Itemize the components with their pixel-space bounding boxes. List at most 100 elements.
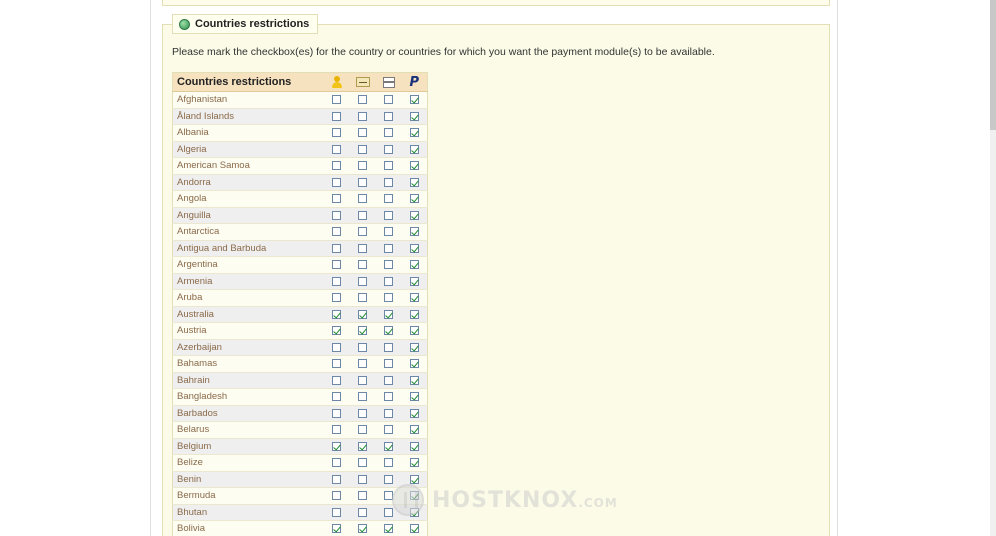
checkbox-user-module[interactable] bbox=[332, 128, 341, 138]
checkbox-check-module[interactable] bbox=[358, 309, 367, 319]
vertical-scrollbar[interactable] bbox=[990, 0, 996, 536]
checkbox-card-module[interactable] bbox=[384, 95, 393, 105]
checkbox-user-module[interactable] bbox=[332, 210, 341, 220]
checkbox-card-module[interactable] bbox=[384, 128, 393, 138]
checkbox-user-module[interactable] bbox=[332, 458, 341, 468]
checkbox-paypal[interactable] bbox=[409, 326, 419, 336]
checkbox-check-module[interactable] bbox=[358, 276, 367, 286]
checkbox-user-module[interactable] bbox=[332, 408, 341, 418]
checkbox-user-module[interactable] bbox=[332, 243, 341, 253]
checkbox-check-module[interactable] bbox=[358, 441, 367, 451]
checkbox-card-module[interactable] bbox=[384, 260, 393, 270]
checkbox-user-module[interactable] bbox=[332, 276, 341, 286]
checkbox-user-module[interactable] bbox=[332, 359, 341, 369]
checkbox-paypal[interactable] bbox=[409, 260, 419, 270]
checkbox-card-module[interactable] bbox=[384, 458, 393, 468]
checkbox-check-module[interactable] bbox=[358, 227, 367, 237]
checkbox-paypal[interactable] bbox=[409, 177, 419, 187]
checkbox-card-module[interactable] bbox=[384, 177, 393, 187]
checkbox-card-module[interactable] bbox=[384, 227, 393, 237]
checkbox-paypal[interactable] bbox=[409, 408, 419, 418]
checkbox-user-module[interactable] bbox=[332, 342, 341, 352]
checkbox-paypal[interactable] bbox=[409, 458, 419, 468]
checkbox-card-module[interactable] bbox=[384, 408, 393, 418]
checkbox-check-module[interactable] bbox=[358, 507, 367, 517]
checkbox-user-module[interactable] bbox=[332, 474, 341, 484]
checkbox-card-module[interactable] bbox=[384, 425, 393, 435]
checkbox-paypal[interactable] bbox=[409, 161, 419, 171]
checkbox-check-module[interactable] bbox=[358, 210, 367, 220]
checkbox-user-module[interactable] bbox=[332, 194, 341, 204]
checkbox-paypal[interactable] bbox=[409, 474, 419, 484]
checkbox-paypal[interactable] bbox=[409, 392, 419, 402]
checkbox-paypal[interactable] bbox=[409, 95, 419, 105]
checkbox-card-module[interactable] bbox=[384, 359, 393, 369]
checkbox-paypal[interactable] bbox=[409, 128, 419, 138]
checkbox-check-module[interactable] bbox=[358, 194, 367, 204]
checkbox-card-module[interactable] bbox=[384, 441, 393, 451]
checkbox-paypal[interactable] bbox=[409, 276, 419, 286]
checkbox-check-module[interactable] bbox=[358, 375, 367, 385]
checkbox-paypal[interactable] bbox=[409, 227, 419, 237]
checkbox-card-module[interactable] bbox=[384, 375, 393, 385]
checkbox-paypal[interactable] bbox=[409, 425, 419, 435]
checkbox-paypal[interactable] bbox=[409, 144, 419, 154]
checkbox-paypal[interactable] bbox=[409, 194, 419, 204]
checkbox-check-module[interactable] bbox=[358, 392, 367, 402]
checkbox-check-module[interactable] bbox=[358, 491, 367, 501]
checkbox-card-module[interactable] bbox=[384, 392, 393, 402]
checkbox-user-module[interactable] bbox=[332, 524, 341, 534]
checkbox-user-module[interactable] bbox=[332, 425, 341, 435]
checkbox-paypal[interactable] bbox=[409, 359, 419, 369]
checkbox-user-module[interactable] bbox=[332, 326, 341, 336]
checkbox-check-module[interactable] bbox=[358, 128, 367, 138]
checkbox-user-module[interactable] bbox=[332, 441, 341, 451]
checkbox-check-module[interactable] bbox=[358, 243, 367, 253]
checkbox-user-module[interactable] bbox=[332, 177, 341, 187]
checkbox-check-module[interactable] bbox=[358, 111, 367, 121]
checkbox-card-module[interactable] bbox=[384, 194, 393, 204]
checkbox-card-module[interactable] bbox=[384, 342, 393, 352]
checkbox-check-module[interactable] bbox=[358, 359, 367, 369]
checkbox-check-module[interactable] bbox=[358, 144, 367, 154]
checkbox-user-module[interactable] bbox=[332, 375, 341, 385]
checkbox-check-module[interactable] bbox=[358, 458, 367, 468]
checkbox-user-module[interactable] bbox=[332, 95, 341, 105]
checkbox-card-module[interactable] bbox=[384, 111, 393, 121]
checkbox-paypal[interactable] bbox=[409, 111, 419, 121]
checkbox-check-module[interactable] bbox=[358, 177, 367, 187]
checkbox-paypal[interactable] bbox=[409, 210, 419, 220]
checkbox-card-module[interactable] bbox=[384, 276, 393, 286]
checkbox-user-module[interactable] bbox=[332, 293, 341, 303]
checkbox-paypal[interactable] bbox=[409, 309, 419, 319]
checkbox-card-module[interactable] bbox=[384, 524, 393, 534]
checkbox-card-module[interactable] bbox=[384, 210, 393, 220]
scrollbar-thumb[interactable] bbox=[990, 0, 996, 130]
checkbox-check-module[interactable] bbox=[358, 260, 367, 270]
checkbox-user-module[interactable] bbox=[332, 144, 341, 154]
checkbox-check-module[interactable] bbox=[358, 408, 367, 418]
checkbox-user-module[interactable] bbox=[332, 491, 341, 501]
checkbox-card-module[interactable] bbox=[384, 161, 393, 171]
checkbox-user-module[interactable] bbox=[332, 227, 341, 237]
checkbox-user-module[interactable] bbox=[332, 111, 341, 121]
checkbox-check-module[interactable] bbox=[358, 326, 367, 336]
checkbox-paypal[interactable] bbox=[409, 375, 419, 385]
checkbox-paypal[interactable] bbox=[409, 524, 419, 534]
checkbox-paypal[interactable] bbox=[409, 342, 419, 352]
checkbox-card-module[interactable] bbox=[384, 144, 393, 154]
checkbox-card-module[interactable] bbox=[384, 309, 393, 319]
checkbox-check-module[interactable] bbox=[358, 425, 367, 435]
checkbox-check-module[interactable] bbox=[358, 95, 367, 105]
checkbox-card-module[interactable] bbox=[384, 243, 393, 253]
checkbox-check-module[interactable] bbox=[358, 524, 367, 534]
checkbox-user-module[interactable] bbox=[332, 392, 341, 402]
checkbox-user-module[interactable] bbox=[332, 309, 341, 319]
checkbox-card-module[interactable] bbox=[384, 293, 393, 303]
checkbox-paypal[interactable] bbox=[409, 441, 419, 451]
checkbox-check-module[interactable] bbox=[358, 161, 367, 171]
checkbox-check-module[interactable] bbox=[358, 474, 367, 484]
checkbox-check-module[interactable] bbox=[358, 342, 367, 352]
checkbox-user-module[interactable] bbox=[332, 260, 341, 270]
checkbox-paypal[interactable] bbox=[409, 293, 419, 303]
